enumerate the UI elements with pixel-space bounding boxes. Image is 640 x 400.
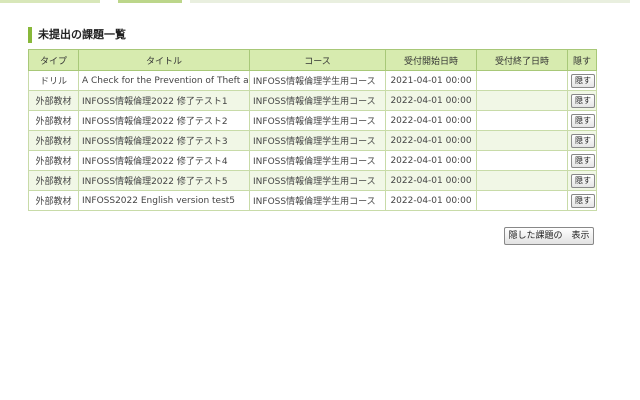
tab-strip-segment [0, 0, 100, 3]
type-cell: 外部教材 [28, 130, 79, 151]
hide-button[interactable]: 隠す [571, 133, 595, 148]
column-header-title[interactable]: タイトル [78, 49, 250, 71]
end-date-cell [476, 170, 568, 191]
type-cell: 外部教材 [28, 110, 79, 131]
hide-button[interactable]: 隠す [571, 93, 595, 108]
table-header-row: タイプ タイトル コース 受付開始日時 受付終了日時 隠す [28, 49, 597, 71]
title-cell[interactable]: INFOSS情報倫理2022 修了テスト3 [78, 130, 250, 151]
hide-button[interactable]: 隠す [571, 173, 595, 188]
show-hidden-tasks-button[interactable]: 隠した課題の 表示 [504, 227, 594, 245]
course-cell: INFOSS情報倫理学生用コース [249, 190, 386, 211]
type-cell: ドリル [28, 70, 79, 91]
top-tab-strip [0, 0, 640, 4]
table-row: 外部教材 INFOSS情報倫理2022 修了テスト1 INFOSS情報倫理学生用コー… [28, 90, 597, 111]
hide-cell: 隠す [567, 150, 597, 171]
column-header-hide: 隠す [567, 49, 597, 71]
unsubmitted-tasks-table: タイプ タイトル コース 受付開始日時 受付終了日時 隠す ドリル A Check… [28, 49, 597, 211]
table-row: 外部教材 INFOSS情報倫理2022 修了テスト4 INFOSS情報倫理学生用コー… [28, 150, 597, 171]
table-row: 外部教材 INFOSS情報倫理2022 修了テスト3 INFOSS情報倫理学生用コー… [28, 130, 597, 151]
course-cell: INFOSS情報倫理学生用コース [249, 150, 386, 171]
end-date-cell [476, 190, 568, 211]
course-cell: INFOSS情報倫理学生用コース [249, 90, 386, 111]
title-cell[interactable]: INFOSS情報倫理2022 修了テスト5 [78, 170, 250, 191]
end-date-cell [476, 90, 568, 111]
hide-cell: 隠す [567, 70, 597, 91]
hide-button[interactable]: 隠す [571, 113, 595, 128]
type-cell: 外部教材 [28, 150, 79, 171]
tab-strip-active-segment [118, 0, 182, 3]
course-cell: INFOSS情報倫理学生用コース [249, 130, 386, 151]
start-date-cell: 2022-04-01 00:00 [385, 150, 477, 171]
hide-button[interactable]: 隠す [571, 193, 595, 208]
title-cell[interactable]: INFOSS2022 English version test5 [78, 190, 250, 211]
type-cell: 外部教材 [28, 170, 79, 191]
tab-strip-segment [190, 0, 630, 3]
type-cell: 外部教材 [28, 90, 79, 111]
start-date-cell: 2022-04-01 00:00 [385, 110, 477, 131]
table-row: 外部教材 INFOSS情報倫理2022 修了テスト2 INFOSS情報倫理学生用コー… [28, 110, 597, 131]
title-cell[interactable]: INFOSS情報倫理2022 修了テスト4 [78, 150, 250, 171]
end-date-cell [476, 130, 568, 151]
type-cell: 外部教材 [28, 190, 79, 211]
title-cell[interactable]: A Check for the Prevention of Theft and [78, 70, 250, 91]
start-date-cell: 2022-04-01 00:00 [385, 170, 477, 191]
end-date-cell [476, 110, 568, 131]
end-date-cell [476, 70, 568, 91]
column-header-end[interactable]: 受付終了日時 [476, 49, 568, 71]
hide-cell: 隠す [567, 170, 597, 191]
start-date-cell: 2022-04-01 00:00 [385, 90, 477, 111]
course-cell: INFOSS情報倫理学生用コース [249, 70, 386, 91]
column-header-start[interactable]: 受付開始日時 [385, 49, 477, 71]
hide-cell: 隠す [567, 110, 597, 131]
column-header-type[interactable]: タイプ [28, 49, 79, 71]
hide-cell: 隠す [567, 190, 597, 211]
title-cell[interactable]: INFOSS情報倫理2022 修了テスト1 [78, 90, 250, 111]
table-row: 外部教材 INFOSS2022 English version test5 INFO… [28, 190, 597, 211]
title-cell[interactable]: INFOSS情報倫理2022 修了テスト2 [78, 110, 250, 131]
section-title: 未提出の課題一覧 [28, 27, 126, 43]
column-header-course[interactable]: コース [249, 49, 386, 71]
hide-cell: 隠す [567, 130, 597, 151]
course-cell: INFOSS情報倫理学生用コース [249, 170, 386, 191]
hide-button[interactable]: 隠す [571, 153, 595, 168]
end-date-cell [476, 150, 568, 171]
hide-cell: 隠す [567, 90, 597, 111]
course-cell: INFOSS情報倫理学生用コース [249, 110, 386, 131]
table-row: 外部教材 INFOSS情報倫理2022 修了テスト5 INFOSS情報倫理学生用コー… [28, 170, 597, 191]
table-row: ドリル A Check for the Prevention of Theft a… [28, 70, 597, 91]
hide-button[interactable]: 隠す [571, 73, 595, 88]
start-date-cell: 2022-04-01 00:00 [385, 130, 477, 151]
start-date-cell: 2021-04-01 00:00 [385, 70, 477, 91]
start-date-cell: 2022-04-01 00:00 [385, 190, 477, 211]
